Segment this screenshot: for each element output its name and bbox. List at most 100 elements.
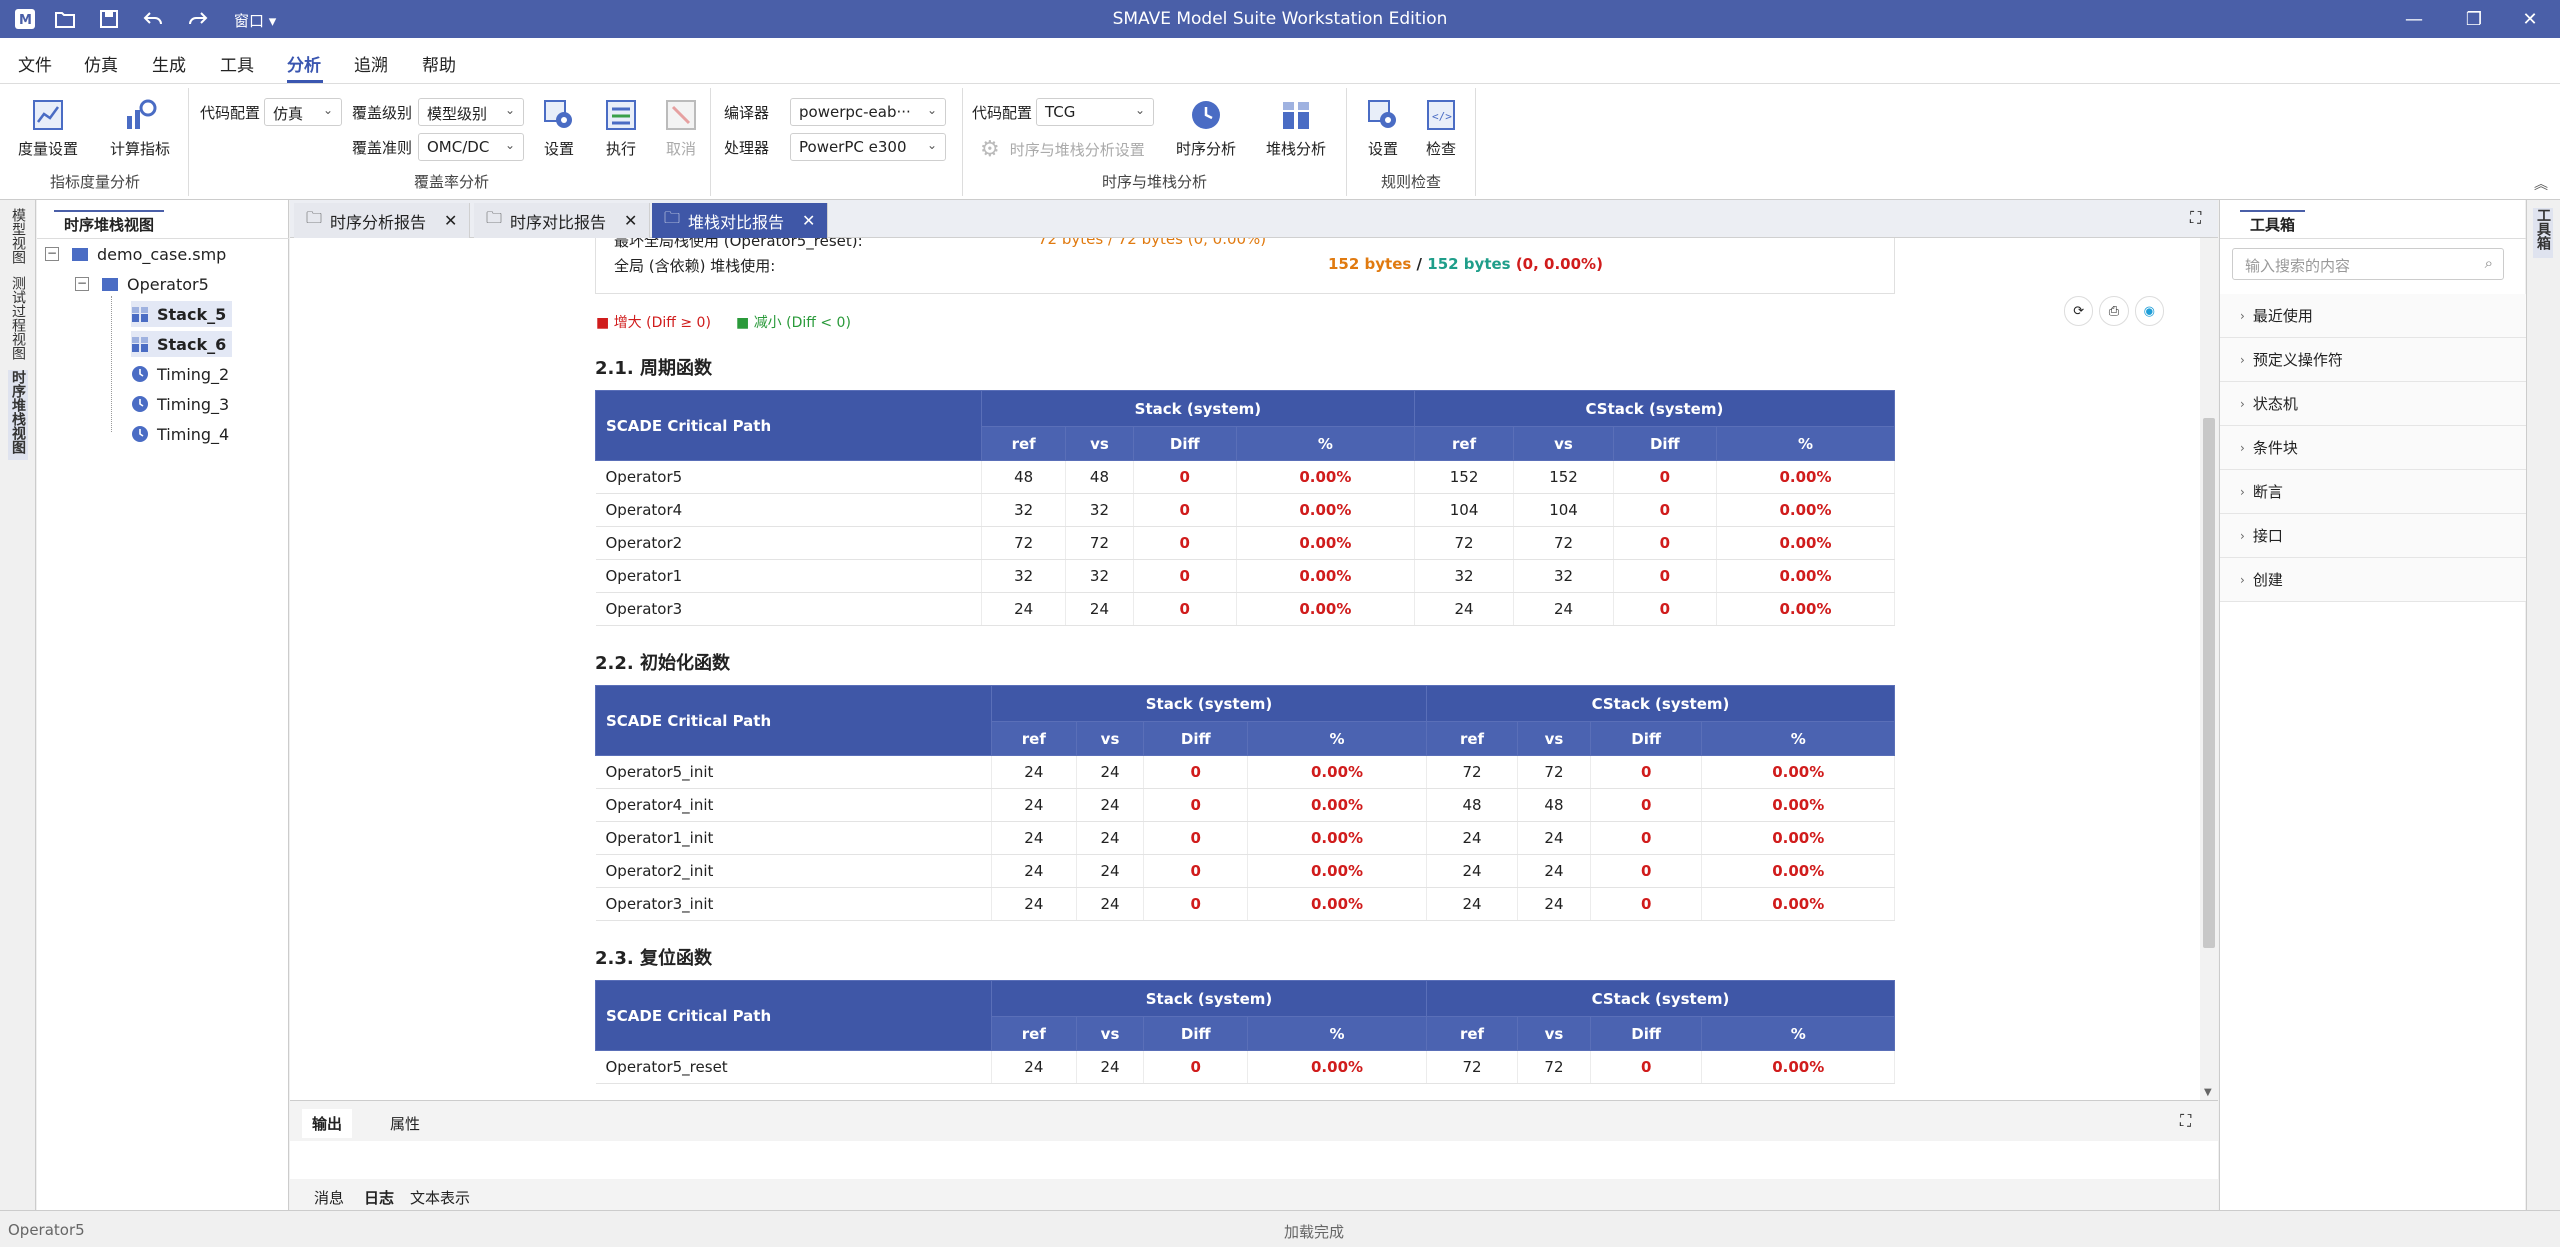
col-ref: ref bbox=[1413, 426, 1515, 461]
coverage-group-label: 覆盖率分析 bbox=[414, 173, 490, 191]
tab-stack-compare-report[interactable]: 🗀 堆栈对比报告 ✕ bbox=[652, 203, 829, 238]
maximize-icon[interactable]: ⛶ bbox=[2180, 1111, 2191, 1131]
toolbox-search-input[interactable]: 输入搜索的内容 ⌕ bbox=[2232, 248, 2504, 280]
execute-button[interactable]: 执行 bbox=[604, 98, 638, 159]
metrics-gear-icon bbox=[127, 99, 157, 129]
vtab-test-process-view[interactable]: 测试过程视图 bbox=[8, 276, 28, 366]
vertical-scrollbar[interactable]: ▼ bbox=[2200, 238, 2218, 1100]
menu-generate[interactable]: 生成 bbox=[152, 51, 186, 76]
scroll-down-icon[interactable]: ▼ bbox=[2204, 1087, 2212, 1098]
minimize-icon[interactable]: — bbox=[2384, 0, 2444, 38]
tree-item-stack-5[interactable]: Stack_5 bbox=[131, 301, 233, 327]
close-icon[interactable]: ✕ bbox=[2500, 0, 2560, 38]
section-title: 2.2. 初始化函数 bbox=[595, 653, 730, 674]
search-icon[interactable]: ⌕ bbox=[2485, 254, 2493, 272]
menu-analysis[interactable]: 分析 bbox=[287, 51, 321, 76]
cell-stack-percent: 0.00% bbox=[1236, 559, 1415, 593]
toolbox-item-predefined-operators[interactable]: › 预定义操作符 bbox=[2220, 338, 2526, 382]
cell-name: Operator3_init bbox=[595, 887, 992, 921]
refresh-icon[interactable]: ⟳ bbox=[2064, 296, 2094, 326]
col-vs: vs bbox=[1075, 721, 1145, 756]
tab-messages[interactable]: 消息 bbox=[314, 1187, 344, 1208]
collapse-toggle-icon[interactable]: − bbox=[75, 277, 89, 291]
close-tab-icon[interactable]: ✕ bbox=[624, 211, 637, 230]
rules-check-button[interactable]: </> 检查 bbox=[1424, 98, 1458, 159]
tree-item-timing-3[interactable]: Timing_3 bbox=[131, 391, 229, 417]
col-vs: vs bbox=[1517, 1016, 1591, 1051]
rules-settings-button[interactable]: 设置 bbox=[1366, 98, 1400, 159]
coverage-criteria-select[interactable]: OMC/DC ⌄ bbox=[418, 133, 524, 161]
ribbon-separator bbox=[1346, 88, 1347, 196]
toolbox-item-interface[interactable]: › 接口 bbox=[2220, 514, 2526, 558]
scrollbar-thumb[interactable] bbox=[2203, 418, 2215, 948]
toolbox-item-create[interactable]: › 创建 bbox=[2220, 558, 2526, 602]
cancel-button[interactable]: 取消 bbox=[664, 98, 698, 159]
tree-panel-tab[interactable]: 时序堆栈视图 bbox=[54, 210, 165, 236]
report-content[interactable]: 最坏全局栈使用 (Operator5_reset): 72 bytes / 72… bbox=[290, 238, 2200, 1100]
cell-stack-percent: 0.00% bbox=[1247, 788, 1427, 822]
tree-item-timing-2[interactable]: Timing_2 bbox=[131, 361, 229, 387]
cell-cstack-vs: 72 bbox=[1517, 1050, 1591, 1084]
gear-icon: ⚙ bbox=[980, 137, 1000, 162]
toolbox-item-recent[interactable]: › 最近使用 bbox=[2220, 294, 2526, 338]
compute-metrics-button[interactable]: 计算指标 bbox=[110, 98, 170, 159]
code-config-select[interactable]: 仿真 ⌄ bbox=[264, 98, 342, 126]
cell-stack-vs: 72 bbox=[1065, 526, 1134, 560]
stack-icon bbox=[132, 337, 148, 352]
close-tab-icon[interactable]: ✕ bbox=[802, 211, 815, 230]
table-row: Operator2 72 72 0 0.00% 72 72 0 0.00% bbox=[595, 526, 1896, 560]
vtab-timing-stack-view[interactable]: 时序堆栈视图 bbox=[8, 370, 28, 460]
metric-settings-button[interactable]: 度量设置 bbox=[18, 98, 78, 159]
stack-table-reset: SCADE Critical Path Stack (system) CStac… bbox=[595, 980, 1896, 1084]
vtab-model-view[interactable]: 模型视图 bbox=[8, 208, 28, 272]
cell-stack-percent: 0.00% bbox=[1236, 526, 1415, 560]
menu-help[interactable]: 帮助 bbox=[422, 51, 456, 76]
svg-text:</>: </> bbox=[1432, 110, 1452, 123]
print-icon[interactable]: ⎙ bbox=[2099, 296, 2129, 326]
processor-select[interactable]: PowerPC e300 ⌄ bbox=[790, 133, 946, 161]
menu-file[interactable]: 文件 bbox=[18, 51, 52, 76]
timing-stack-settings-button[interactable]: ⚙ 时序与堆栈分析设置 bbox=[980, 137, 1145, 162]
browser-icon[interactable]: ◉ bbox=[2134, 296, 2164, 326]
coverage-level-select[interactable]: 模型级别 ⌄ bbox=[418, 98, 524, 126]
coverage-settings-button[interactable]: 设置 bbox=[542, 98, 576, 159]
compiler-select[interactable]: powerpc-eab··· ⌄ bbox=[790, 98, 946, 126]
vtab-toolbox[interactable]: 工具箱 bbox=[2533, 208, 2553, 258]
close-tab-icon[interactable]: ✕ bbox=[444, 211, 457, 230]
tree-item-timing-4[interactable]: Timing_4 bbox=[131, 421, 229, 447]
tab-log[interactable]: 日志 bbox=[364, 1187, 394, 1208]
tree-item-operator[interactable]: Operator5 bbox=[101, 271, 209, 297]
maximize-icon[interactable]: ⛶ bbox=[2190, 208, 2201, 228]
cell-name: Operator1_init bbox=[595, 821, 992, 855]
toolbox-item-assertion[interactable]: › 断言 bbox=[2220, 470, 2526, 514]
cell-stack-ref: 48 bbox=[981, 460, 1067, 494]
divider bbox=[37, 238, 289, 239]
toolbox-item-state-machine[interactable]: › 状态机 bbox=[2220, 382, 2526, 426]
tab-output[interactable]: 输出 bbox=[302, 1109, 353, 1138]
stack-table-init: SCADE Critical Path Stack (system) CStac… bbox=[595, 685, 1896, 921]
table-row: Operator5_init 24 24 0 0.00% 72 72 0 0.00% bbox=[595, 755, 1895, 789]
clock-icon bbox=[1192, 101, 1220, 129]
timing-code-config-select[interactable]: TCG ⌄ bbox=[1036, 98, 1154, 126]
cell-stack-ref: 24 bbox=[991, 854, 1077, 888]
tree-item-root[interactable]: demo_case.smp bbox=[71, 241, 226, 267]
toolbox-item-condition-block[interactable]: › 条件块 bbox=[2220, 426, 2526, 470]
stack-analysis-button[interactable]: 堆栈分析 bbox=[1266, 98, 1326, 159]
restore-icon[interactable]: ❐ bbox=[2444, 0, 2504, 38]
code-config-label: 代码配置 bbox=[200, 104, 261, 122]
table-row: Operator4_init 24 24 0 0.00% 48 48 0 0.00% bbox=[595, 788, 1895, 822]
menu-tools[interactable]: 工具 bbox=[220, 51, 254, 76]
collapse-ribbon-icon[interactable]: ︽ bbox=[2534, 174, 2548, 194]
stack-icon bbox=[1283, 102, 1309, 129]
col-diff: Diff bbox=[1132, 426, 1237, 461]
tab-timing-report[interactable]: 🗀 时序分析报告 ✕ bbox=[294, 203, 471, 238]
timing-analysis-button[interactable]: 时序分析 bbox=[1176, 98, 1236, 159]
menu-trace[interactable]: 追溯 bbox=[354, 51, 388, 76]
collapse-toggle-icon[interactable]: − bbox=[45, 247, 59, 261]
tab-properties[interactable]: 属性 bbox=[390, 1113, 420, 1134]
menu-simulation[interactable]: 仿真 bbox=[84, 51, 118, 76]
toolbox-tab[interactable]: 工具箱 bbox=[2240, 210, 2306, 236]
tab-timing-compare-report[interactable]: 🗀 时序对比报告 ✕ bbox=[474, 203, 651, 238]
tab-text-representation[interactable]: 文本表示 bbox=[410, 1187, 470, 1208]
tree-item-stack-6[interactable]: Stack_6 bbox=[131, 331, 233, 357]
